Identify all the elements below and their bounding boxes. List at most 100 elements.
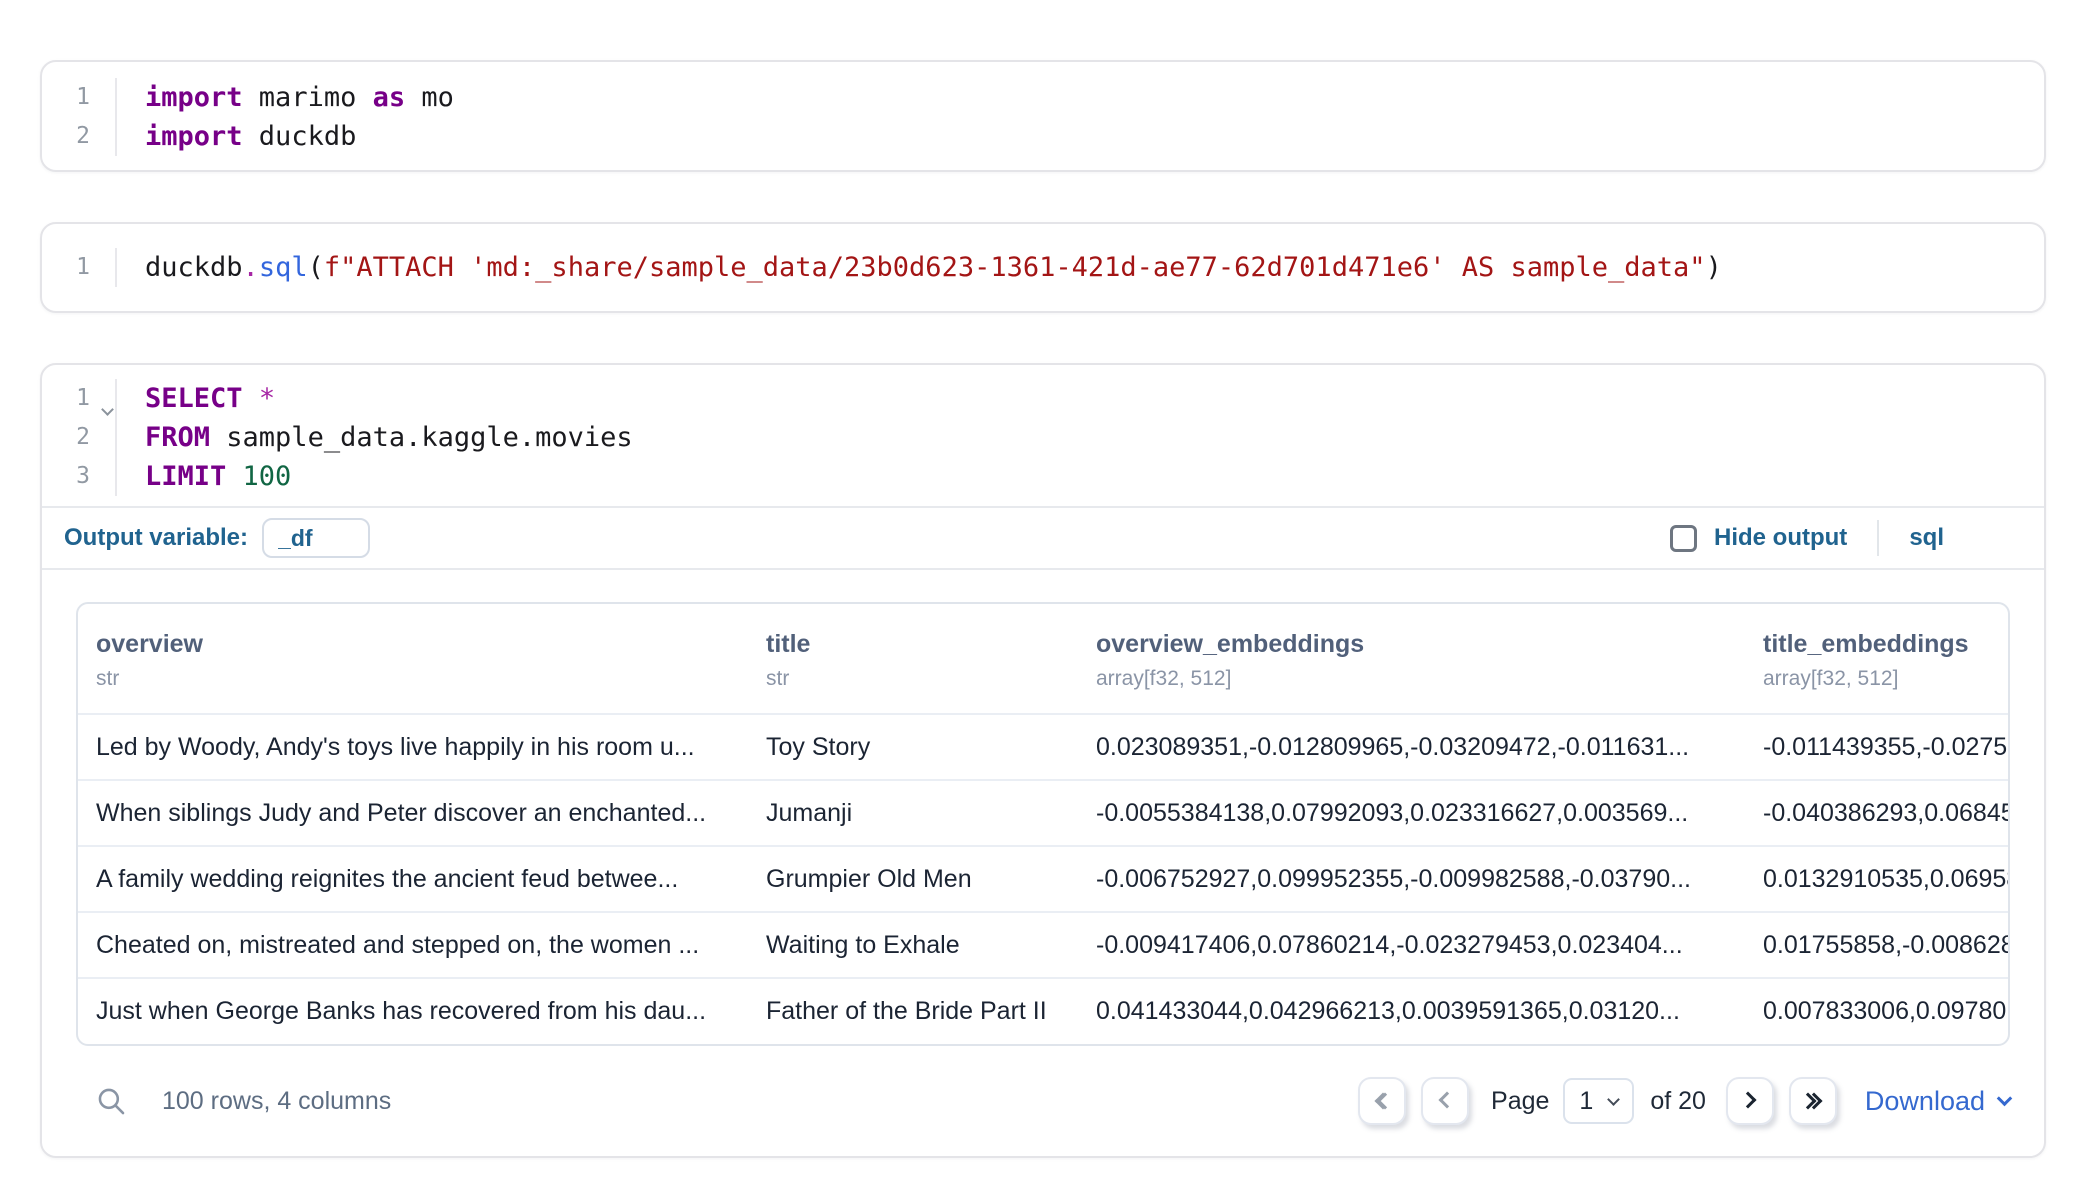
line-number-gutter: 2 bbox=[42, 117, 117, 156]
code-token: duckdb bbox=[145, 252, 243, 283]
table-row: Led by Woody, Andy's toys live happily i… bbox=[78, 714, 2008, 780]
column-name: overview_embeddings bbox=[1096, 630, 1735, 659]
previous-page-button[interactable] bbox=[1421, 1077, 1469, 1125]
table-cell: 0.0132910535,0.069581 bbox=[1745, 846, 2008, 912]
line-number-gutter: 1 bbox=[42, 78, 117, 117]
code-token: . bbox=[243, 252, 259, 283]
code-token bbox=[226, 461, 242, 492]
line-number: 1 bbox=[76, 385, 90, 411]
code-token: ) bbox=[1706, 252, 1722, 283]
code-text[interactable]: duckdb.sql(f"ATTACH 'md:_share/sample_da… bbox=[117, 248, 1722, 287]
code-text[interactable]: SELECT * bbox=[117, 379, 275, 418]
table-cell: -0.006752927,0.099952355,-0.009982588,-0… bbox=[1078, 846, 1745, 912]
code-token: FROM bbox=[145, 422, 210, 453]
code-text[interactable]: import duckdb bbox=[117, 117, 356, 156]
line-number: 1 bbox=[76, 254, 90, 280]
download-label: Download bbox=[1865, 1086, 1985, 1117]
last-page-button[interactable] bbox=[1789, 1077, 1837, 1125]
code-token: import bbox=[145, 121, 243, 152]
page-total: of 20 bbox=[1650, 1087, 1706, 1116]
output-variable-label: Output variable: bbox=[64, 524, 248, 552]
code-token: SELECT bbox=[145, 383, 243, 414]
code-token: duckdb bbox=[243, 121, 357, 152]
table-cell: Waiting to Exhale bbox=[748, 912, 1078, 978]
table-cell: -0.009417406,0.07860214,-0.023279453,0.0… bbox=[1078, 912, 1745, 978]
line-number-gutter: 2 bbox=[42, 418, 117, 457]
table-cell: Father of the Bride Part II bbox=[748, 978, 1078, 1044]
column-dtype: array[f32, 512] bbox=[1763, 667, 1998, 691]
chevron-down-icon bbox=[1607, 1093, 1620, 1106]
next-page-button[interactable] bbox=[1726, 1077, 1774, 1125]
line-number: 2 bbox=[76, 123, 90, 149]
column-name: title_embeddings bbox=[1763, 630, 1998, 659]
code-editor[interactable]: 1import marimo as mo2import duckdb bbox=[42, 62, 2044, 170]
column-header-title_embeddings[interactable]: title_embeddings array[f32, 512] bbox=[1745, 604, 2008, 714]
hide-output-label[interactable]: Hide output bbox=[1714, 524, 1847, 552]
code-editor[interactable]: 1 SELECT * 2 FROM sample_data.kaggle.movies… bbox=[42, 365, 2044, 506]
line-number: 2 bbox=[76, 424, 90, 450]
chevron-left-icon bbox=[1441, 1094, 1449, 1109]
table-cell: Toy Story bbox=[748, 714, 1078, 780]
table-cell: 0.041433044,0.042966213,0.0039591365,0.0… bbox=[1078, 978, 1745, 1044]
code-editor[interactable]: 1 duckdb.sql(f"ATTACH 'md:_share/sample_d… bbox=[42, 224, 2044, 311]
table-cell: Grumpier Old Men bbox=[748, 846, 1078, 912]
code-text[interactable]: FROM sample_data.kaggle.movies bbox=[117, 418, 633, 457]
search-icon[interactable] bbox=[94, 1084, 128, 1118]
code-cell-duckdb-attach: 1 duckdb.sql(f"ATTACH 'md:_share/sample_d… bbox=[40, 222, 2046, 313]
table-cell: Just when George Banks has recovered fro… bbox=[78, 978, 748, 1044]
table-cell: When siblings Judy and Peter discover an… bbox=[78, 780, 748, 846]
page-select[interactable]: 1 bbox=[1563, 1078, 1634, 1124]
dataframe-panel: overviewstrtitlestroverview_embeddingsar… bbox=[76, 602, 2010, 1046]
table-cell: A family wedding reignites the ancient f… bbox=[78, 846, 748, 912]
code-line[interactable]: 2 import duckdb bbox=[42, 117, 2044, 156]
code-token: ( bbox=[308, 252, 324, 283]
table-cell: -0.040386293,0.068451 bbox=[1745, 780, 2008, 846]
cell-output: overviewstrtitlestroverview_embeddingsar… bbox=[42, 570, 2044, 1156]
column-name: overview bbox=[96, 630, 738, 659]
table-body: Led by Woody, Andy's toys live happily i… bbox=[78, 714, 2008, 1044]
code-line[interactable]: 2 FROM sample_data.kaggle.movies bbox=[42, 418, 2044, 457]
table-cell: 0.01755858,-0.0086286 bbox=[1745, 912, 2008, 978]
code-token: * bbox=[259, 383, 275, 414]
code-token: sample_data.kaggle.movies bbox=[210, 422, 633, 453]
row-count-summary: 100 rows, 4 columns bbox=[162, 1087, 391, 1116]
table-cell: -0.0055384138,0.07992093,0.023316627,0.0… bbox=[1078, 780, 1745, 846]
code-text[interactable]: import marimo as mo bbox=[117, 78, 454, 117]
table-cell: -0.011439355,-0.027527 bbox=[1745, 714, 2008, 780]
column-header-overview_embeddings[interactable]: overview_embeddingsarray[f32, 512] bbox=[1078, 604, 1745, 714]
column-header-title[interactable]: titlestr bbox=[748, 604, 1078, 714]
code-cell-imports: 1import marimo as mo2import duckdb bbox=[40, 60, 2046, 172]
chevron-down-icon bbox=[1997, 1090, 2013, 1106]
cell-language-badge[interactable]: sql bbox=[1909, 524, 1944, 552]
table-footer: 100 rows, 4 columns Page 1 of 20 bbox=[76, 1046, 2010, 1156]
page-label: Page bbox=[1491, 1087, 1549, 1116]
code-token: import bbox=[145, 82, 243, 113]
sql-cell: 1 SELECT * 2 FROM sample_data.kaggle.movies… bbox=[40, 363, 2046, 1158]
hide-output-checkbox[interactable] bbox=[1670, 525, 1697, 552]
code-token: LIMIT bbox=[145, 461, 226, 492]
code-line[interactable]: 3LIMIT 100 bbox=[42, 457, 2044, 496]
code-token: mo bbox=[405, 82, 454, 113]
first-page-button[interactable] bbox=[1358, 1077, 1406, 1125]
code-line[interactable]: 1 duckdb.sql(f"ATTACH 'md:_share/sample_d… bbox=[42, 248, 2044, 287]
output-table: overviewstrtitlestroverview_embeddingsar… bbox=[78, 604, 2008, 1044]
table-cell: Jumanji bbox=[748, 780, 1078, 846]
code-token: sql bbox=[259, 252, 308, 283]
column-dtype: str bbox=[96, 667, 738, 691]
line-number-gutter: 3 bbox=[42, 457, 117, 496]
download-button[interactable]: Download bbox=[1865, 1086, 2010, 1117]
table-row: Just when George Banks has recovered fro… bbox=[78, 978, 2008, 1044]
table-row: A family wedding reignites the ancient f… bbox=[78, 846, 2008, 912]
code-token: as bbox=[373, 82, 406, 113]
code-token: marimo bbox=[243, 82, 373, 113]
code-line[interactable]: 1import marimo as mo bbox=[42, 78, 2044, 117]
code-token: 100 bbox=[243, 461, 292, 492]
code-token bbox=[243, 383, 259, 414]
cell-output-controls: Hide output sql bbox=[1670, 520, 1944, 556]
column-header-overview[interactable]: overview str bbox=[78, 604, 748, 714]
chevron-right-icon bbox=[1746, 1094, 1754, 1109]
table-header-row: overviewstrtitlestroverview_embeddingsar… bbox=[78, 604, 2008, 714]
code-text[interactable]: LIMIT 100 bbox=[117, 457, 291, 496]
code-line[interactable]: 1 SELECT * bbox=[42, 379, 2044, 418]
output-variable-input[interactable] bbox=[262, 518, 370, 558]
